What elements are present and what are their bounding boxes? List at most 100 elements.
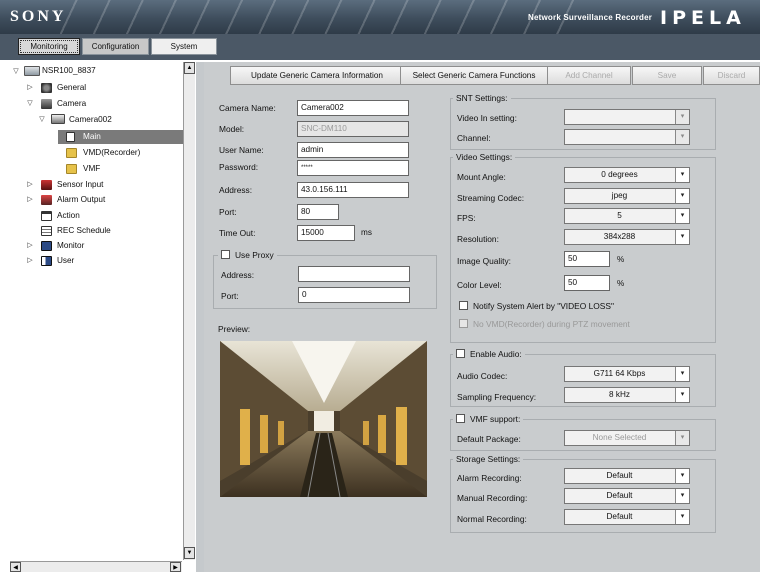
expand-icon[interactable]: ▷ [26,195,34,203]
fps-select[interactable]: 5 ▾ [564,208,690,224]
default-package-select[interactable]: None Selected ▾ [564,430,690,446]
expand-icon[interactable]: ▷ [26,241,34,249]
tree-item-rec-schedule[interactable]: REC Schedule [57,224,111,238]
chevron-down-icon[interactable]: ▾ [675,431,689,445]
video-in-select[interactable]: ▾ [564,109,690,125]
use-proxy-checkbox[interactable]: Use Proxy [218,250,277,260]
resolution-select[interactable]: 384x288 ▾ [564,229,690,245]
channel-select[interactable]: ▾ [564,129,690,145]
manual-recording-select[interactable]: Default ▾ [564,488,690,504]
chevron-down-icon[interactable]: ▾ [675,209,689,223]
user-name-field[interactable]: admin [297,142,409,158]
tab-system[interactable]: System [151,38,217,55]
tree-item-camera002[interactable]: Camera002 [69,113,112,127]
fps-value: 5 [617,211,622,220]
video-in-label: Video In setting: [457,113,517,123]
tree-item-nsr[interactable]: NSR100_8837 [42,64,96,78]
chevron-down-icon[interactable]: ▾ [675,469,689,483]
streaming-codec-value: jpeg [611,191,628,200]
tree-horizontal-scrollbar[interactable]: ◀ ▶ [10,561,182,572]
expand-icon[interactable]: ▷ [26,83,34,91]
video-settings-title: Video Settings: [453,152,516,162]
camera-preview-image [220,341,427,497]
tree-item-action[interactable]: Action [57,209,80,223]
preview-scene-icon [220,341,427,497]
scroll-up-icon[interactable]: ▲ [184,62,195,74]
chevron-down-icon[interactable]: ▾ [675,388,689,402]
collapse-icon[interactable]: ▽ [38,115,46,123]
tree-item-main[interactable]: Main [83,130,101,144]
notify-video-loss-checkbox[interactable]: Notify System Alert by "VIDEO LOSS" [459,301,614,311]
tree-item-user[interactable]: User [57,254,74,268]
snt-settings-title: SNT Settings: [453,93,511,103]
color-level-field[interactable]: 50 [564,275,610,291]
app-banner: SONY Network Surveillance Recorder IPELA [0,0,760,34]
proxy-address-field[interactable] [298,266,410,282]
video-settings-group [450,157,716,343]
image-quality-field[interactable]: 50 [564,251,610,267]
tree-item-vmf[interactable]: VMF [83,162,100,176]
audio-codec-select[interactable]: G711 64 Kbps ▾ [564,366,690,382]
checkbox-icon[interactable] [456,349,465,358]
enable-audio-checkbox[interactable]: Enable Audio: [453,349,525,359]
streaming-codec-label: Streaming Codec: [457,193,525,203]
chevron-down-icon[interactable]: ▾ [675,110,689,124]
sampling-frequency-label: Sampling Frequency: [457,392,537,402]
checkbox-icon[interactable] [221,250,230,259]
checkbox-icon[interactable] [459,301,468,310]
camera-name-field[interactable]: Camera002 [297,100,409,116]
scroll-left-icon[interactable]: ◀ [10,562,21,572]
add-channel-button[interactable]: Add Channel [547,66,631,85]
tree-vertical-scrollbar[interactable]: ▲ ▼ [183,62,195,560]
chevron-down-icon[interactable]: ▾ [675,367,689,381]
mount-angle-select[interactable]: 0 degrees ▾ [564,167,690,183]
tree-item-vmd[interactable]: VMD(Recorder) [83,146,140,160]
checkbox-icon[interactable] [459,319,468,328]
update-camera-info-button[interactable]: Update Generic Camera Information [230,66,404,85]
sampling-frequency-select[interactable]: 8 kHz ▾ [564,387,690,403]
image-quality-label: Image Quality: [457,256,511,266]
timeout-field[interactable]: 15000 [297,225,355,241]
no-vmd-ptz-checkbox[interactable]: No VMD(Recorder) during PTZ movement [459,319,630,329]
channel-label: Channel: [457,133,491,143]
tab-monitoring[interactable]: Monitoring [18,38,80,55]
streaming-codec-select[interactable]: jpeg ▾ [564,188,690,204]
checkbox-icon[interactable] [456,414,465,423]
expand-icon[interactable]: ▷ [26,180,34,188]
pane-splitter[interactable] [196,62,204,572]
alarm-recording-label: Alarm Recording: [457,473,522,483]
folder-icon [66,164,77,174]
scroll-down-icon[interactable]: ▼ [184,547,195,559]
tree-item-sensor-input[interactable]: Sensor Input [57,178,103,192]
chevron-down-icon[interactable]: ▾ [675,510,689,524]
scroll-right-icon[interactable]: ▶ [170,562,181,572]
tree-item-general[interactable]: General [57,81,86,95]
color-level-unit: % [617,279,625,288]
tree-item-alarm-output[interactable]: Alarm Output [57,193,105,207]
brand-logo: SONY [10,8,67,25]
collapse-icon[interactable]: ▽ [26,99,34,107]
tab-configuration[interactable]: Configuration [82,38,149,55]
proxy-port-label: Port: [221,291,239,301]
chevron-down-icon[interactable]: ▾ [675,168,689,182]
proxy-port-field[interactable]: 0 [298,287,410,303]
normal-recording-select[interactable]: Default ▾ [564,509,690,525]
address-field[interactable]: 43.0.156.111 [297,182,409,198]
password-field[interactable]: ***** [297,160,409,176]
collapse-icon[interactable]: ▽ [12,67,20,75]
expand-icon[interactable]: ▷ [26,256,34,264]
vmf-support-checkbox[interactable]: VMF support: [453,414,524,424]
alarm-recording-select[interactable]: Default ▾ [564,468,690,484]
save-button[interactable]: Save [632,66,702,85]
tree-item-camera[interactable]: Camera [57,97,86,111]
chevron-down-icon[interactable]: ▾ [675,130,689,144]
normal-recording-label: Normal Recording: [457,514,527,524]
select-camera-functions-button[interactable]: Select Generic Camera Functions [400,66,548,85]
chevron-down-icon[interactable]: ▾ [675,489,689,503]
tree-item-monitor[interactable]: Monitor [57,239,84,253]
password-label: Password: [219,162,259,172]
chevron-down-icon[interactable]: ▾ [675,189,689,203]
port-field[interactable]: 80 [297,204,339,220]
discard-button[interactable]: Discard [703,66,760,85]
chevron-down-icon[interactable]: ▾ [675,230,689,244]
